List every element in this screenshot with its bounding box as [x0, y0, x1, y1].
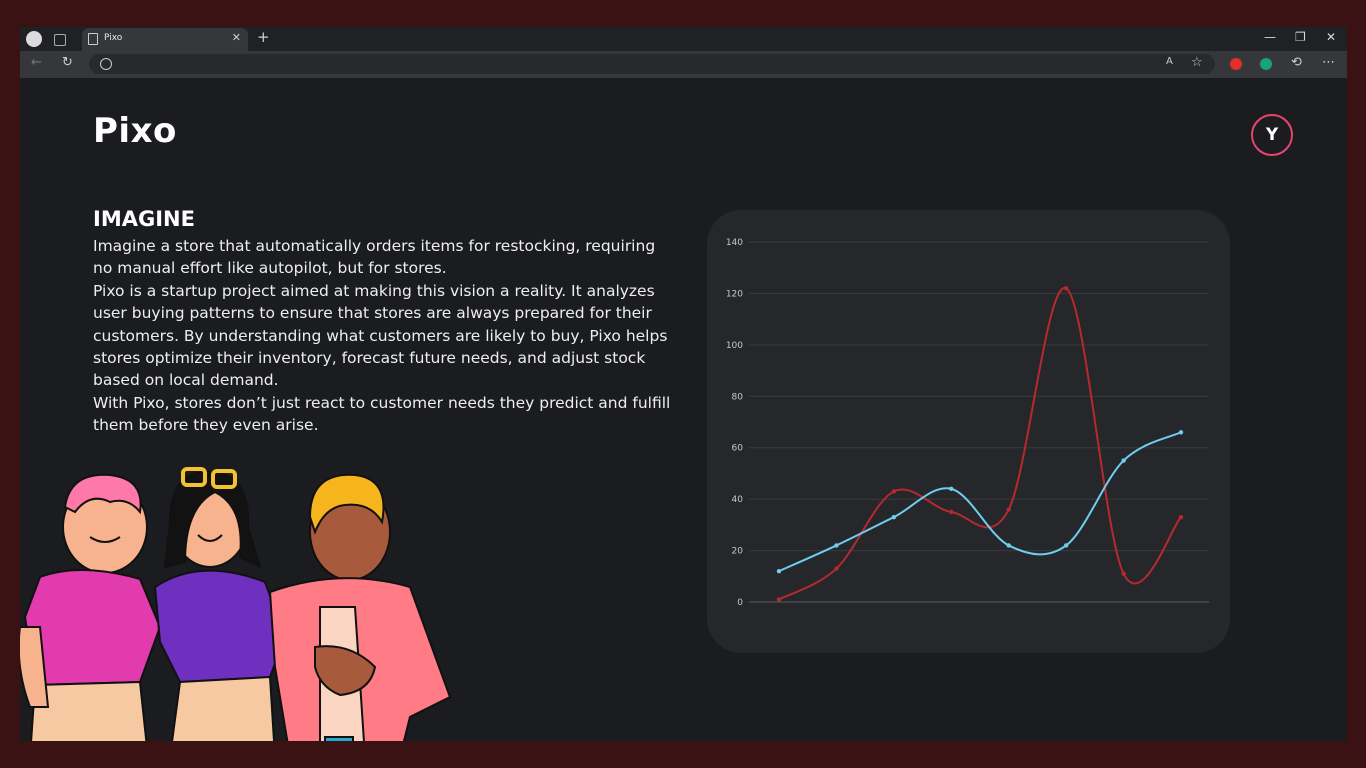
data-point: [891, 514, 897, 520]
minimize-icon[interactable]: —: [1264, 30, 1276, 44]
browser-toolbar: ← ↻ A ☆ ⟲ ⋯: [20, 51, 1347, 78]
data-point: [776, 568, 782, 574]
favorite-star-icon[interactable]: ☆: [1191, 55, 1203, 70]
y-tick-label: 0: [737, 598, 743, 608]
back-icon[interactable]: ←: [31, 55, 42, 70]
data-point: [1178, 430, 1184, 435]
browser-tab[interactable]: Pixo ✕: [82, 28, 248, 51]
extension-icon[interactable]: [1230, 58, 1242, 70]
line-chart: 0 20 40 60 80 100 120 140: [726, 238, 1209, 608]
data-point: [1006, 543, 1011, 548]
workspaces-icon[interactable]: [54, 34, 66, 46]
site-info-icon[interactable]: [100, 58, 112, 70]
y-tick-label: 20: [732, 547, 744, 557]
profile-icon[interactable]: [26, 31, 42, 47]
grammarly-icon[interactable]: [1260, 58, 1272, 70]
y-tick-label: 100: [726, 341, 743, 351]
y-tick-label: 60: [732, 444, 744, 454]
three-friends-illustration: [20, 467, 452, 741]
paragraph-closing: With Pixo, stores don’t just react to cu…: [93, 394, 671, 435]
reload-icon[interactable]: ↻: [62, 55, 73, 70]
friend-left-figure: [20, 473, 162, 741]
data-point: [1063, 543, 1069, 548]
section-heading: IMAGINE: [93, 207, 195, 231]
friend-middle-figure: [153, 467, 287, 741]
data-point: [1121, 571, 1126, 576]
address-bar[interactable]: A ☆: [89, 54, 1215, 74]
data-point: [834, 566, 839, 571]
extensions-puzzle-icon[interactable]: ⟲: [1291, 55, 1302, 70]
brand-logo[interactable]: Pixo: [93, 111, 177, 151]
close-window-icon[interactable]: ✕: [1326, 30, 1336, 44]
restore-icon[interactable]: ❐: [1295, 30, 1306, 44]
title-bar: Pixo ✕ + — ❐ ✕: [20, 27, 1347, 51]
data-point: [1063, 286, 1069, 291]
close-tab-icon[interactable]: ✕: [232, 31, 241, 44]
data-point: [1178, 514, 1184, 520]
paragraph-description: Pixo is a startup project aimed at makin…: [93, 282, 668, 390]
data-point: [949, 486, 954, 492]
y-tick-label: 120: [726, 289, 743, 299]
y-tick-label: 140: [726, 238, 743, 248]
data-point: [776, 597, 782, 602]
data-point: [891, 489, 897, 494]
y-tick-label: 40: [732, 495, 744, 505]
paragraph-intro: Imagine a store that automatically order…: [93, 237, 656, 278]
tab-title: Pixo: [104, 33, 123, 43]
avatar[interactable]: Y: [1251, 114, 1293, 156]
new-tab-button[interactable]: +: [257, 28, 270, 46]
data-point: [834, 543, 839, 548]
series-line-0: [778, 287, 1182, 601]
read-aloud-icon[interactable]: A: [1166, 56, 1173, 67]
data-point: [949, 509, 954, 515]
friend-right-figure: [268, 473, 452, 741]
y-tick-label: 80: [732, 392, 744, 402]
page-icon: [88, 33, 98, 45]
browser-window: Pixo ✕ + — ❐ ✕ ← ↻ A ☆ ⟲ ⋯ Pixo Y IMAGIN…: [20, 27, 1347, 741]
chart-card: 0 20 40 60 80 100 120 140: [707, 210, 1230, 653]
more-menu-icon[interactable]: ⋯: [1322, 55, 1335, 70]
data-point: [1006, 507, 1011, 512]
data-point: [1121, 458, 1126, 463]
